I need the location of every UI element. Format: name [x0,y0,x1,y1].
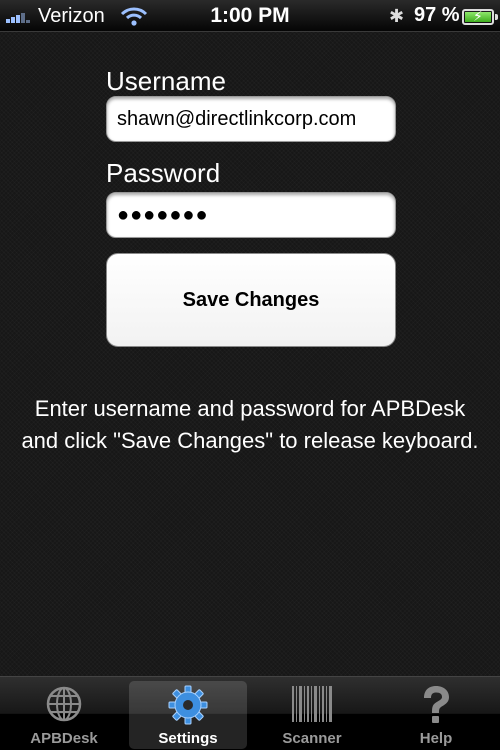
barcode-icon [292,686,332,722]
tab-label: Scanner [282,730,342,747]
globe-icon [46,686,82,722]
wifi-icon [120,7,148,26]
instructions-text: Enter username and password for APBDesk … [21,396,479,453]
save-changes-button[interactable]: Save Changes [106,253,396,347]
tab-label: Help [419,730,453,747]
tab-label: Settings [158,730,218,747]
question-mark-icon [424,686,449,723]
tab-settings[interactable]: Settings [129,681,247,749]
charging-bolt-icon: ⚡ [473,8,483,24]
tab-apbdesk[interactable]: APBDesk [5,681,123,749]
tab-label: APBDesk [30,730,98,747]
battery-percentage: 97 % [414,4,460,26]
carrier-name: Verizon [38,5,105,27]
bluetooth-icon: ✱ [389,6,405,26]
username-field[interactable]: shawn@directlinkcorp.com [106,96,396,142]
password-field[interactable]: ●●●●●●● [106,192,396,238]
username-label: Username [106,66,226,96]
tab-bar: APBDesk Settings Scanner Help [0,676,500,750]
password-label: Password [106,158,221,188]
gear-icon [168,685,208,725]
tab-help[interactable]: Help [377,681,495,749]
signal-strength-icon [6,9,30,23]
battery-icon: ⚡ [462,8,498,25]
tab-scanner[interactable]: Scanner [253,681,371,749]
status-bar: Verizon 1:00 PM ✱ 97 % ⚡ [0,0,500,32]
